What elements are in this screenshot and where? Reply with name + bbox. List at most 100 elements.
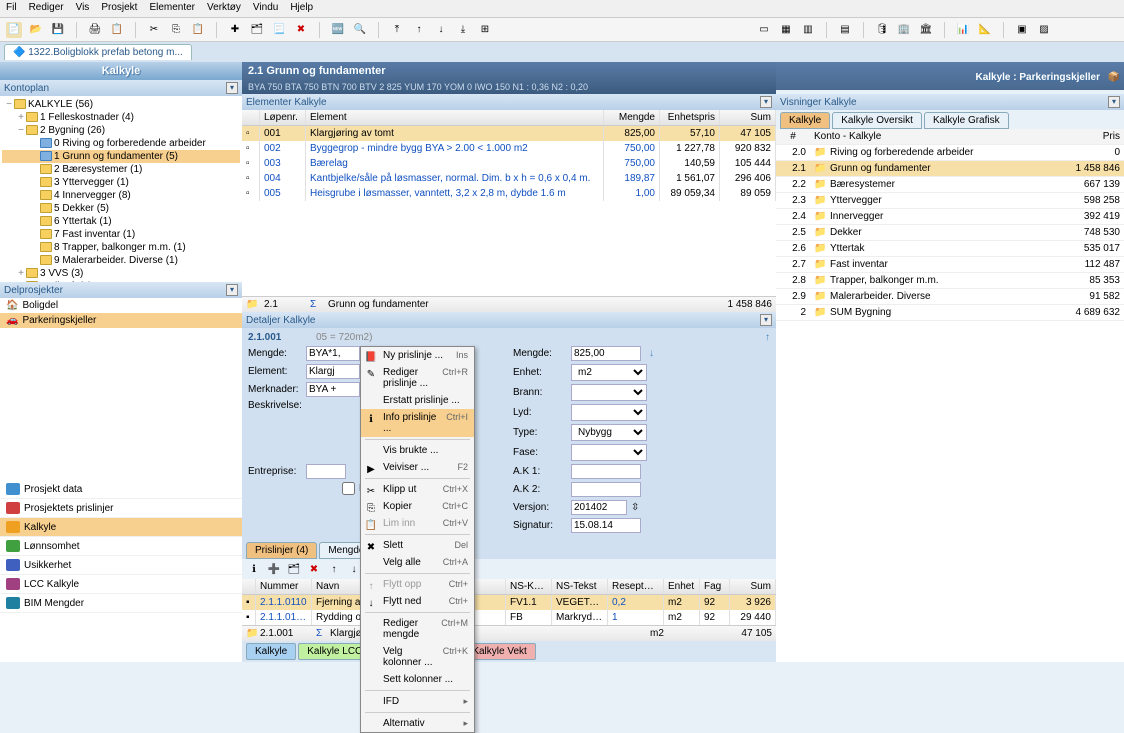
vtab-kalkyle[interactable]: Kalkyle: [780, 112, 830, 129]
details-toggle-icon[interactable]: ▾: [760, 314, 772, 326]
versjon-input[interactable]: [571, 500, 627, 515]
tree-node[interactable]: 3 Yttervegger (1): [2, 176, 240, 189]
nav-item[interactable]: LCC Kalkyle: [0, 575, 242, 594]
menu-item[interactable]: Velg kolonner ...Ctrl+K: [361, 643, 474, 671]
pris-info-icon[interactable]: ℹ: [246, 561, 262, 577]
nav-item[interactable]: BIM Mengder: [0, 594, 242, 613]
nav-item[interactable]: Prosjekt data: [0, 480, 242, 499]
tool-open-icon[interactable]: 📂: [28, 22, 44, 38]
pris-add-icon[interactable]: ➕: [266, 561, 282, 577]
element-row[interactable]: ▫ 001 Klargjøring av tomt 825,00 57,10 4…: [242, 126, 776, 141]
entreprise-input[interactable]: [306, 464, 346, 479]
tree-node[interactable]: 6 Yttertak (1): [2, 215, 240, 228]
nav-up-icon[interactable]: ↑: [765, 332, 770, 343]
vis-row[interactable]: 2.0 📁 Riving og forberedende arbeider 0: [776, 145, 1124, 161]
mengde-input[interactable]: [306, 346, 360, 361]
delprosjekt-item[interactable]: 🏠Boligdel: [0, 298, 242, 313]
vis-row[interactable]: 2.1 📁 Grunn og fundamenter 1 458 846: [776, 161, 1124, 177]
ak1-input[interactable]: [571, 464, 641, 479]
menu-item[interactable]: ↓Flytt nedCtrl+: [361, 593, 474, 610]
tool-save-icon[interactable]: 💾: [50, 22, 66, 38]
col-enhetspris[interactable]: Enhetspris: [660, 110, 720, 125]
pris-row[interactable]: ▪ 2.1.1.0100 Rydding og klargjøring før …: [242, 610, 776, 625]
menu-item[interactable]: ✂Klipp utCtrl+X: [361, 481, 474, 498]
vis-row[interactable]: 2.6 📁 Yttertak 535 017: [776, 241, 1124, 257]
element-row[interactable]: ▫ 004 Kantbjelke/såle på løsmasser, norm…: [242, 171, 776, 186]
tree-node[interactable]: 5 Dekker (5): [2, 202, 240, 215]
btab-kalkyle[interactable]: Kalkyle: [246, 643, 296, 660]
tool-insert-icon[interactable]: ✚: [227, 22, 243, 38]
tool-panel1-icon[interactable]: ▭: [756, 22, 772, 38]
tool-db2-icon[interactable]: 🏢: [896, 22, 912, 38]
vis-row[interactable]: 2.8 📁 Trapper, balkonger m.m. 85 353: [776, 273, 1124, 289]
vis-row[interactable]: 2.5 📁 Dekker 748 530: [776, 225, 1124, 241]
tree-node[interactable]: +1 Felleskostnader (4): [2, 111, 240, 124]
tool-cards-icon[interactable]: 🗂: [249, 22, 265, 38]
visninger-toggle-icon[interactable]: ▾: [1108, 96, 1120, 108]
kontoplan-toggle-icon[interactable]: ▾: [226, 82, 238, 94]
nav-item[interactable]: Prosjektets prislinjer: [0, 499, 242, 518]
tool-panel3-icon[interactable]: ▥: [800, 22, 816, 38]
tool-delete-icon[interactable]: ✖: [293, 22, 309, 38]
tool-print-icon[interactable]: 🖨: [87, 22, 103, 38]
vtab-oversikt[interactable]: Kalkyle Oversikt: [832, 112, 922, 129]
pcol-nr[interactable]: Nummer: [256, 579, 312, 594]
pris-del-icon[interactable]: ✖: [306, 561, 322, 577]
menu-item[interactable]: IFD▸: [361, 693, 474, 710]
tool-panel2-icon[interactable]: ▦: [778, 22, 794, 38]
vcol-pris[interactable]: Pris: [1044, 129, 1124, 144]
tree-root[interactable]: −KALKYLE (56): [2, 98, 240, 111]
col-element[interactable]: Element: [306, 110, 604, 125]
col-sum[interactable]: Sum: [720, 110, 776, 125]
menu-item[interactable]: Rediger mengdeCtrl+M: [361, 615, 474, 643]
menu-item[interactable]: Alternativ▸: [361, 715, 474, 732]
vis-row[interactable]: 2.3 📁 Yttervegger 598 258: [776, 193, 1124, 209]
pris-cards-icon[interactable]: 🗂: [286, 561, 302, 577]
merk-input[interactable]: [306, 382, 360, 397]
menu-item[interactable]: Vis brukte ...: [361, 442, 474, 459]
tool-copy-icon[interactable]: ⎘: [168, 22, 184, 38]
vis-row[interactable]: 2.4 📁 Innervegger 392 419: [776, 209, 1124, 225]
menu-item[interactable]: 📕Ny prislinje ...Ins: [361, 347, 474, 364]
tool-3d-icon[interactable]: 📐: [977, 22, 993, 38]
element-row[interactable]: ▫ 003 Bærelag 750,00 140,59 105 444: [242, 156, 776, 171]
tree-node[interactable]: +3 VVS (3): [2, 267, 240, 280]
delprosjekter-toggle-icon[interactable]: ▾: [226, 284, 238, 296]
tab-prislinjer[interactable]: Prislinjer (4): [246, 542, 317, 559]
menu-item[interactable]: ✖SlettDel: [361, 537, 474, 554]
nav-item[interactable]: Kalkyle: [0, 518, 242, 537]
tree-node[interactable]: 4 Innervegger (8): [2, 189, 240, 202]
fase-select[interactable]: [571, 444, 647, 461]
tool-preview-icon[interactable]: 📋: [109, 22, 125, 38]
type-select[interactable]: Nybygg: [571, 424, 647, 441]
pcol-fag[interactable]: Fag: [700, 579, 730, 594]
tool-top-icon[interactable]: ⤒: [389, 22, 405, 38]
tool-down-icon[interactable]: ↓: [433, 22, 449, 38]
pcol-ns[interactable]: NS-Kode: [506, 579, 552, 594]
menu-item[interactable]: Erstatt prislinje ...: [361, 392, 474, 409]
tool-k2-icon[interactable]: ▨: [1036, 22, 1052, 38]
pcol-enh[interactable]: Enhet: [664, 579, 700, 594]
brann-select[interactable]: [571, 384, 647, 401]
tool-new2-icon[interactable]: 🆕: [330, 22, 346, 38]
tree-node[interactable]: 7 Fast inventar (1): [2, 228, 240, 241]
menu-prosjekt[interactable]: Prosjekt: [101, 2, 137, 15]
menu-item[interactable]: ✎Rediger prislinje ...Ctrl+R: [361, 364, 474, 392]
ak2-input[interactable]: [571, 482, 641, 497]
pris-row[interactable]: ▪ 2.1.1.0110 Fjerning av trær, busker et…: [242, 595, 776, 610]
tree-node[interactable]: 8 Trapper, balkonger m.m. (1): [2, 241, 240, 254]
nav-item[interactable]: Usikkerhet: [0, 556, 242, 575]
tool-page-icon[interactable]: 📃: [271, 22, 287, 38]
tool-k1-icon[interactable]: ▣: [1014, 22, 1030, 38]
nav-item[interactable]: Lønnsomhet: [0, 537, 242, 556]
delprosjekt-item[interactable]: 🚗Parkeringskjeller: [0, 313, 242, 328]
vcol-konto[interactable]: Konto - Kalkyle: [810, 129, 1044, 144]
pcol-nst[interactable]: NS-Tekst: [552, 579, 608, 594]
tool-chart-icon[interactable]: 📊: [955, 22, 971, 38]
menu-verktoy[interactable]: Verktøy: [207, 2, 241, 15]
menu-item[interactable]: ⎘KopierCtrl+C: [361, 498, 474, 515]
tool-up-icon[interactable]: ↑: [411, 22, 427, 38]
tool-search-icon[interactable]: 🔍: [352, 22, 368, 38]
lyd-select[interactable]: [571, 404, 647, 421]
tree-node[interactable]: 0 Riving og forberedende arbeider: [2, 137, 240, 150]
